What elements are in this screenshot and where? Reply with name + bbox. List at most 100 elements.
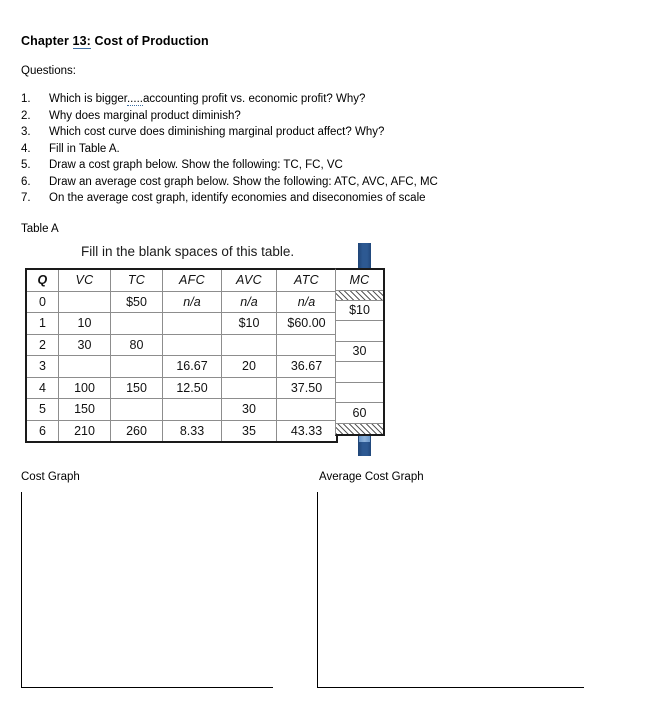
cell-tc: 80 <box>110 333 163 356</box>
list-item-number: 5. <box>21 159 31 171</box>
list-item-text: Draw an average cost graph below. Show t… <box>49 175 438 188</box>
questions-label: Questions: <box>21 65 76 77</box>
cell-avc: n/a <box>221 290 277 313</box>
questions-list: 1. Which is bigger.....accounting profit … <box>21 91 641 207</box>
cost-graph-axes <box>21 492 273 688</box>
list-item: 2. Why does marginal product diminish? <box>21 108 641 125</box>
chapter-number: 13 <box>72 34 87 49</box>
list-item-text: Why does marginal product diminish? <box>49 109 241 122</box>
cell-tc <box>110 312 163 335</box>
cell-atc: $60.00 <box>276 312 338 335</box>
mc-cell-1-2 <box>336 321 383 342</box>
cell-atc: 37.50 <box>276 376 338 399</box>
list-item-text: Fill in Table A. <box>49 142 120 155</box>
cell-afc: 8.33 <box>162 419 222 443</box>
table-row: 6 210 260 8.33 35 43.33 <box>25 419 338 443</box>
mc-cell-2-3: 30 <box>336 342 383 362</box>
cell-atc: 43.33 <box>276 419 338 443</box>
table-row: 0 $50 n/a n/a n/a <box>25 290 338 313</box>
table-caption: Fill in the blank spaces of this table. <box>81 244 295 259</box>
table-row: 1 10 $10 $60.00 <box>25 312 338 335</box>
table-row: 2 30 80 <box>25 333 338 356</box>
list-item-text: Which cost curve does diminishing margin… <box>49 126 385 138</box>
cell-q: 4 <box>25 376 59 399</box>
list-item: 1. Which is bigger.....accounting profit … <box>21 91 641 108</box>
cell-atc <box>276 398 338 421</box>
mc-cell-0-1: $10 <box>336 301 383 321</box>
cell-vc: 210 <box>58 419 111 443</box>
cell-q: 1 <box>25 312 59 335</box>
cell-vc <box>58 290 111 313</box>
mc-column: MC $10 30 60 <box>335 268 385 436</box>
cell-vc: 30 <box>58 333 111 356</box>
table-body: 0 $50 n/a n/a n/a 1 10 $10 $60.00 2 30 8… <box>25 290 338 443</box>
mc-cell-hatched-bottom <box>336 423 383 434</box>
average-cost-graph-axes <box>317 492 584 688</box>
list-item-number: 1. <box>21 93 31 105</box>
cost-graph-label: Cost Graph <box>21 471 80 483</box>
page-title: Chapter 13: Cost of Production <box>21 33 641 49</box>
cell-afc: 12.50 <box>162 376 222 399</box>
list-item-text-cont: accounting profit vs. economic profit? W… <box>142 93 366 105</box>
table-row: 3 16.67 20 36.67 <box>25 355 338 378</box>
column-header-tc: TC <box>110 268 163 292</box>
column-header-q: Q <box>25 268 59 292</box>
cost-table: Q VC TC AFC AVC ATC 0 $50 n/a n/a n/a 1 … <box>25 268 338 443</box>
table-row: 5 150 30 <box>25 398 338 421</box>
cell-vc: 150 <box>58 398 111 421</box>
mc-cell-4-5 <box>336 383 383 403</box>
table-row: 4 100 150 12.50 37.50 <box>25 376 338 399</box>
cell-q: 6 <box>25 419 59 443</box>
column-header-vc: VC <box>58 268 111 292</box>
mc-cell-5-6: 60 <box>336 403 383 424</box>
list-item-text: Which is bigger <box>49 93 127 105</box>
cell-q: 0 <box>25 290 59 313</box>
chapter-colon: : <box>86 34 91 49</box>
cell-avc <box>221 333 277 356</box>
cell-atc <box>276 333 338 356</box>
cell-afc <box>162 333 222 356</box>
column-header-atc: ATC <box>276 268 338 292</box>
list-item: 7. On the average cost graph, identify ec… <box>21 190 641 207</box>
cell-q: 2 <box>25 333 59 356</box>
cell-tc: 260 <box>110 419 163 443</box>
cell-vc <box>58 355 111 378</box>
dotted-leader: ..... <box>126 93 143 106</box>
table-a-label: Table A <box>21 223 59 235</box>
cell-avc: 30 <box>221 398 277 421</box>
average-cost-graph-label: Average Cost Graph <box>319 471 424 483</box>
cost-table-figure: Fill in the blank spaces of this table. … <box>21 240 385 456</box>
list-item-text: On the average cost graph, identify econ… <box>49 192 426 204</box>
list-item-text: Draw a cost graph below. Show the follow… <box>49 159 343 171</box>
chapter-prefix: Chapter <box>21 34 69 48</box>
document-body: Chapter 13: Cost of Production Questions… <box>21 33 641 207</box>
table-header-row: Q VC TC AFC AVC ATC <box>25 268 338 292</box>
cell-atc: n/a <box>276 290 338 313</box>
cell-vc: 10 <box>58 312 111 335</box>
list-item-number: 3. <box>21 126 31 138</box>
list-item-number: 4. <box>21 142 31 155</box>
cell-avc <box>221 376 277 399</box>
list-item-number: 7. <box>21 192 31 204</box>
cell-tc: 150 <box>110 376 163 399</box>
cell-avc: 20 <box>221 355 277 378</box>
cell-q: 3 <box>25 355 59 378</box>
cell-tc <box>110 398 163 421</box>
chapter-subject: Cost of Production <box>94 34 209 48</box>
column-header-avc: AVC <box>221 268 277 292</box>
cell-tc: $50 <box>110 290 163 313</box>
cell-afc <box>162 398 222 421</box>
cell-afc: n/a <box>162 290 222 313</box>
column-header-afc: AFC <box>162 268 222 292</box>
list-item: 3. Which cost curve does diminishing marg… <box>21 124 641 141</box>
mc-cell-3-4 <box>336 362 383 383</box>
cell-atc: 36.67 <box>276 355 338 378</box>
table-head: Q VC TC AFC AVC ATC <box>25 268 338 292</box>
cell-afc <box>162 312 222 335</box>
mc-cell-hatched-top <box>336 290 383 301</box>
list-item: 5. Draw a cost graph below. Show the foll… <box>21 157 641 174</box>
list-item-number: 6. <box>21 175 31 188</box>
cell-tc <box>110 355 163 378</box>
list-item: 4. Fill in Table A. <box>21 141 641 158</box>
cell-avc: $10 <box>221 312 277 335</box>
